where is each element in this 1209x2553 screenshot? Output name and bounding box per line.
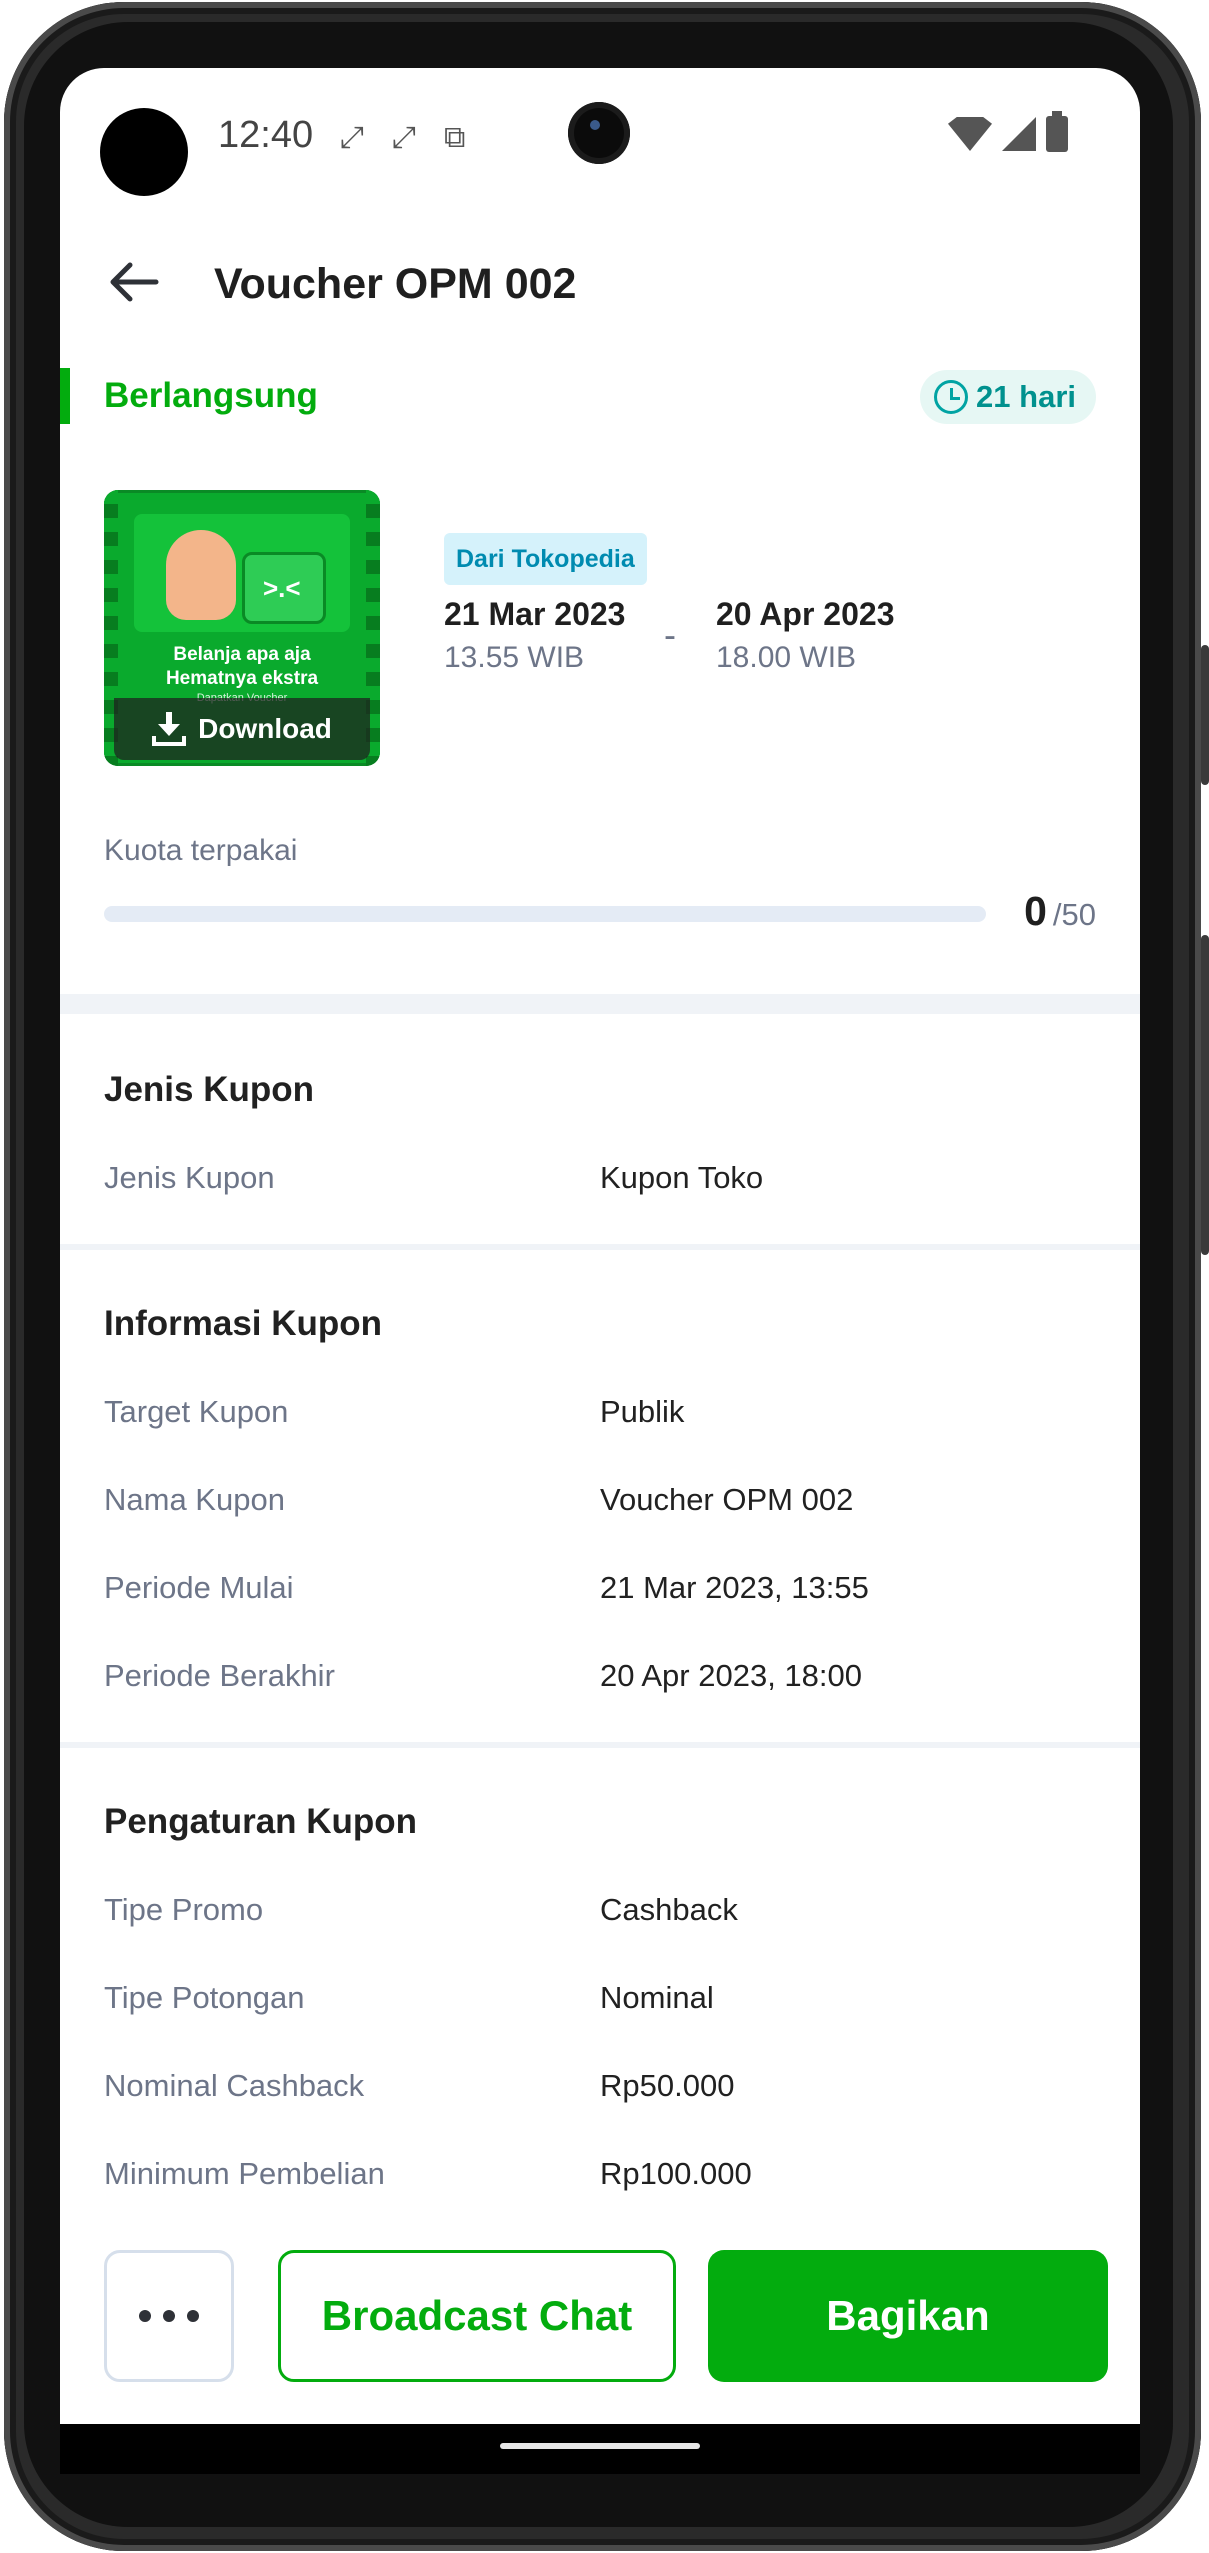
- screenshot-icon: ⧉: [444, 121, 466, 154]
- front-camera: [568, 102, 630, 164]
- info-row-key: Minimum Pembelian: [104, 2156, 385, 2191]
- info-row: Tipe Promo Cashback: [104, 1892, 1104, 1936]
- volume-button: [1201, 645, 1209, 785]
- period-separator: -: [664, 614, 676, 655]
- remaining-days-chip: 21 hari: [920, 370, 1096, 424]
- signal-icon: [1002, 117, 1036, 151]
- section-title-informasi: Informasi Kupon: [104, 1304, 383, 1343]
- page-title: Voucher OPM 002: [214, 260, 577, 308]
- info-row-key: Nama Kupon: [104, 1482, 285, 1517]
- end-time: 18.00 WIB: [716, 641, 857, 674]
- voucher-image[interactable]: Belanja apa aja Hematnya ekstra Dapatkan…: [104, 490, 380, 766]
- info-row: Jenis Kupon Kupon Toko: [104, 1160, 1104, 1204]
- quota-progress-bar: [104, 906, 986, 922]
- info-row-key: Nominal Cashback: [104, 2068, 365, 2103]
- voucher-image-headline: Belanja apa aja: [173, 644, 311, 665]
- more-horizontal-icon: [139, 2310, 151, 2322]
- info-row-key: Tipe Promo: [104, 1892, 264, 1927]
- info-row-value: Cashback: [600, 1892, 738, 1927]
- screen: 12:40 ⤢ ⤢ ⧉ Voucher OPM 002 Berlangsung: [60, 68, 1140, 2424]
- quota-used: 0: [1024, 888, 1047, 934]
- navigation-bar: [60, 2424, 1140, 2474]
- more-horizontal-icon: [163, 2310, 175, 2322]
- info-row-key: Periode Mulai: [104, 1570, 294, 1605]
- info-row-key: Target Kupon: [104, 1394, 289, 1429]
- info-row: Minimum Pembelian Rp100.000: [104, 2156, 1104, 2200]
- info-row-value: 21 Mar 2023, 13:55: [600, 1570, 869, 1605]
- info-row-value: Rp100.000: [600, 2156, 752, 2191]
- status-bar: 12:40 ⤢ ⤢ ⧉: [60, 68, 1140, 208]
- source-badge: Dari Tokopedia: [444, 533, 647, 585]
- info-row-key: Tipe Potongan: [104, 1980, 305, 2015]
- mascot-illustration: [166, 530, 236, 620]
- wifi-icon: [948, 117, 992, 151]
- status-time: 12:40: [218, 114, 314, 156]
- end-date: 20 Apr 2023: [716, 596, 895, 632]
- download-label: Download: [198, 713, 332, 744]
- sync-icon: ⤢: [340, 121, 364, 154]
- end-period: 20 Apr 2023 18.00 WIB: [716, 596, 894, 675]
- voucher-image-subheadline: Hematnya ekstra: [165, 668, 319, 689]
- start-time: 13.55 WIB: [444, 641, 585, 674]
- quota-total: /50: [1052, 897, 1096, 932]
- clock-icon: [934, 380, 969, 414]
- system-icons: [948, 111, 1068, 152]
- more-horizontal-icon: [187, 2310, 199, 2322]
- quota-label: Kuota terpakai: [104, 834, 298, 867]
- start-date: 21 Mar 2023: [444, 596, 626, 632]
- info-row: Tipe Potongan Nominal: [104, 1980, 1104, 2024]
- download-button[interactable]: Download: [114, 698, 370, 760]
- app-bar: Voucher OPM 002: [60, 228, 1140, 338]
- info-row: Nama Kupon Voucher OPM 002: [104, 1482, 1104, 1526]
- section-divider: [60, 1244, 1140, 1250]
- download-icon: [152, 712, 187, 746]
- info-row: Nominal Cashback Rp50.000: [104, 2068, 1104, 2112]
- info-row-value: 20 Apr 2023, 18:00: [600, 1658, 863, 1693]
- info-row-value: Rp50.000: [600, 2068, 735, 2103]
- broadcast-chat-button[interactable]: Broadcast Chat: [278, 2250, 676, 2382]
- section-title-pengaturan: Pengaturan Kupon: [104, 1802, 418, 1841]
- shopping-bag-illustration: [242, 552, 326, 624]
- power-button: [1201, 935, 1209, 1255]
- info-row-value: Publik: [600, 1394, 685, 1429]
- info-row-key: Periode Berakhir: [104, 1658, 335, 1693]
- battery-icon: [1046, 111, 1068, 152]
- remaining-days-text: 21 hari: [976, 379, 1076, 414]
- notification-icons: ⤢ ⤢ ⧉: [340, 120, 465, 156]
- back-arrow-icon[interactable]: [104, 252, 164, 312]
- status-accent-bar: [60, 368, 70, 424]
- info-row: Target Kupon Publik: [104, 1394, 1104, 1438]
- info-row: Periode Berakhir 20 Apr 2023, 18:00: [104, 1658, 1104, 1702]
- info-row-key: Jenis Kupon: [104, 1160, 275, 1195]
- more-options-button[interactable]: [104, 2250, 234, 2382]
- info-row: Periode Mulai 21 Mar 2023, 13:55: [104, 1570, 1104, 1614]
- quota-count: 0 /50: [1024, 888, 1096, 935]
- start-period: 21 Mar 2023 13.55 WIB: [444, 596, 625, 675]
- status-label: Berlangsung: [104, 376, 318, 415]
- section-title-jenis: Jenis Kupon: [104, 1070, 315, 1109]
- section-divider: [60, 1742, 1140, 1748]
- home-indicator[interactable]: [500, 2443, 700, 2449]
- punch-hole: [100, 108, 188, 196]
- voucher-status-row: Berlangsung 21 hari: [60, 368, 1140, 426]
- device-frame: 12:40 ⤢ ⤢ ⧉ Voucher OPM 002 Berlangsung: [0, 0, 1209, 2553]
- info-row-value: Nominal: [600, 1980, 714, 2015]
- sync-icon: ⤢: [392, 121, 416, 154]
- share-button[interactable]: Bagikan: [708, 2250, 1108, 2382]
- section-divider: [60, 994, 1140, 1014]
- info-row-value: Voucher OPM 002: [600, 1482, 854, 1517]
- info-row-value: Kupon Toko: [600, 1160, 764, 1195]
